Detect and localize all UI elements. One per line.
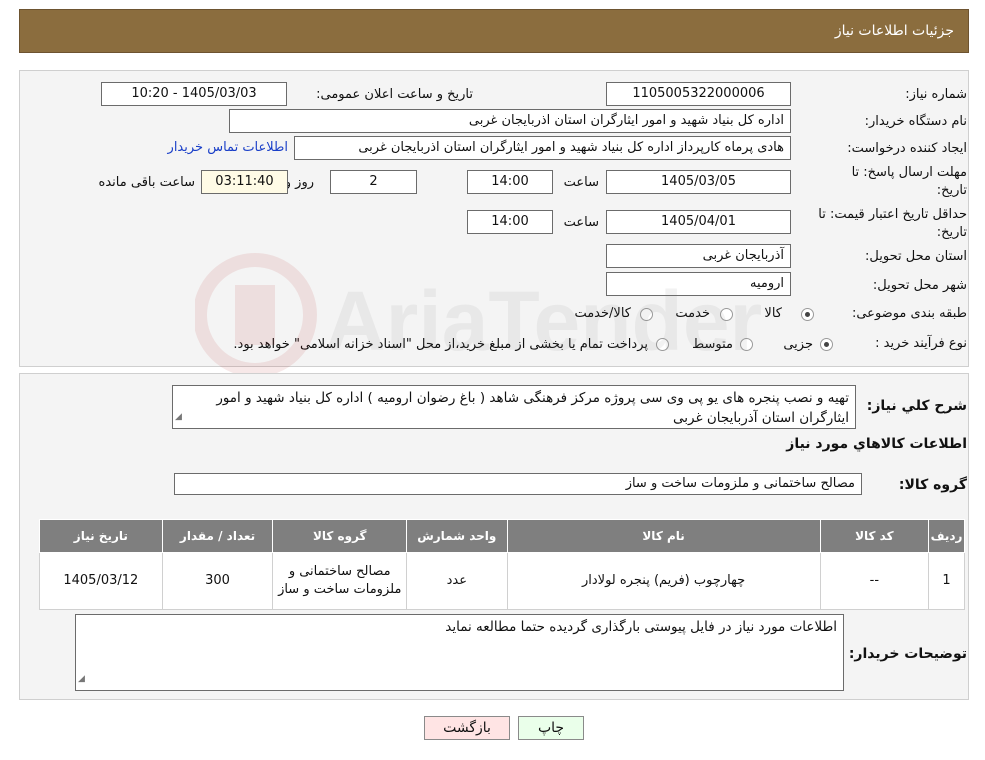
remaining-time-label: ساعت باقی مانده [98,175,195,190]
category-goods-radio[interactable] [801,308,814,321]
col-name: نام کالا [506,519,821,553]
city-field: ارومیه [606,272,791,296]
purchase-minor-radio[interactable] [820,338,833,351]
requester-label: ایجاد کننده درخواست: [847,141,967,156]
price-validity-label-line2: تاریخ: [936,225,967,240]
back-button[interactable]: بازگشت [424,716,510,740]
buyer-notes-label: توضیحات خریدار: [848,646,967,662]
price-validity-date-field: 1405/04/01 [606,210,791,234]
category-label: طبقه بندی موضوعی: [851,306,967,321]
reply-deadline-date-field: 1405/03/05 [606,170,791,194]
days-remaining-field: 2 [330,170,417,194]
price-validity-label-line1: حداقل تاریخ اعتبار قیمت: تا [818,207,967,222]
items-table-header: رديف کد کالا نام کالا واحد شمارش گروه کا… [39,519,965,553]
row-qty: 300 [161,552,274,610]
items-table: رديف کد کالا نام کالا واحد شمارش گروه کا… [39,519,965,610]
buyer-notes-text: اطلاعات مورد نیاز در فایل پیوستی بارگذار… [445,619,837,635]
col-index: رديف [928,519,965,553]
announce-datetime-label: تاریخ و ساعت اعلان عمومی: [316,87,473,102]
items-heading: اطلاعات کالاهاي مورد نياز [786,436,967,452]
reply-deadline-time-field: 14:00 [467,170,553,194]
purchase-medium-radio[interactable] [740,338,753,351]
purchase-medium-label: متوسط [692,337,733,352]
treasury-docs-checkbox[interactable] [656,338,669,351]
row-name: چهارچوب (فریم) پنجره لولادار [506,552,821,610]
reply-deadline-label-line2: تاریخ: [936,183,967,198]
row-index: 1 [928,552,965,610]
print-button[interactable]: چاپ [518,716,584,740]
buyer-org-field: اداره کل بنیاد شهید و امور ایثارگران است… [229,109,791,133]
col-qty: تعداد / مقدار [161,519,274,553]
col-code: کد کالا [819,519,930,553]
page-header: جزئیات اطلاعات نیاز [19,9,969,53]
buyer-org-label: نام دستگاه خریدار: [864,114,967,129]
price-validity-label: حداقل تاریخ اعتبار قیمت: تا تاریخ: [818,206,967,242]
col-unit: واحد شمارش [406,519,508,553]
category-goods-service-label: کالا/خدمت [574,306,631,321]
need-number-field: 1105005322000006 [606,82,791,106]
summary-textarea: تهیه و نصب پنجره های یو پی وی سی پروژه م… [172,385,856,429]
reply-deadline-label: مهلت ارسال پاسخ: تا تاریخ: [852,164,967,200]
resize-grip-icon[interactable]: ◢ [78,669,85,689]
remaining-time-field: 03:11:40 [201,170,288,194]
table-row: 1 -- چهارچوب (فریم) پنجره لولادار عدد مص… [39,552,965,610]
price-validity-time-label: ساعت [563,215,599,230]
buyer-notes-textarea: اطلاعات مورد نیاز در فایل پیوستی بارگذار… [75,614,844,691]
row-group: مصالح ساختمانی و ملزومات ساخت و ساز [272,552,408,610]
purchase-note: پرداخت تمام یا بخشی از مبلغ خرید،از محل … [233,337,648,352]
col-group: گروه کالا [272,519,408,553]
province-field: آذربایجان غربی [606,244,791,268]
goods-group-label: گروه کالا: [898,477,967,493]
purchase-type-label: نوع فرآیند خرید : [875,336,967,351]
buyer-contact-link[interactable]: اطلاعات تماس خریدار [168,140,288,155]
row-code: -- [819,552,930,610]
summary-label: شرح کلي نياز: [866,398,967,414]
need-number-label: شماره نیاز: [905,87,967,102]
summary-text: تهیه و نصب پنجره های یو پی وی سی پروژه م… [216,390,849,426]
reply-deadline-time-label: ساعت [563,175,599,190]
category-service-radio[interactable] [720,308,733,321]
page-title: جزئیات اطلاعات نیاز [834,23,954,39]
province-label: استان محل تحویل: [865,249,967,264]
category-goods-label: کالا [764,306,782,321]
goods-group-field: مصالح ساختمانی و ملزومات ساخت و ساز [174,473,862,495]
requester-field: هادی پرماه کارپرداز اداره کل بنیاد شهید … [294,136,791,160]
row-unit: عدد [406,552,508,610]
city-label: شهر محل تحویل: [872,278,967,293]
reply-deadline-label-line1: مهلت ارسال پاسخ: تا [851,165,967,180]
row-date: 1405/03/12 [39,552,163,610]
announce-datetime-field: 1405/03/03 - 10:20 [101,82,287,106]
category-goods-service-radio[interactable] [640,308,653,321]
resize-grip-icon[interactable]: ◢ [175,407,182,427]
category-service-label: خدمت [675,306,710,321]
price-validity-time-field: 14:00 [467,210,553,234]
days-label: روز و [284,175,314,190]
purchase-minor-label: جزیی [783,337,813,352]
col-date: تاریخ نیاز [39,519,163,553]
